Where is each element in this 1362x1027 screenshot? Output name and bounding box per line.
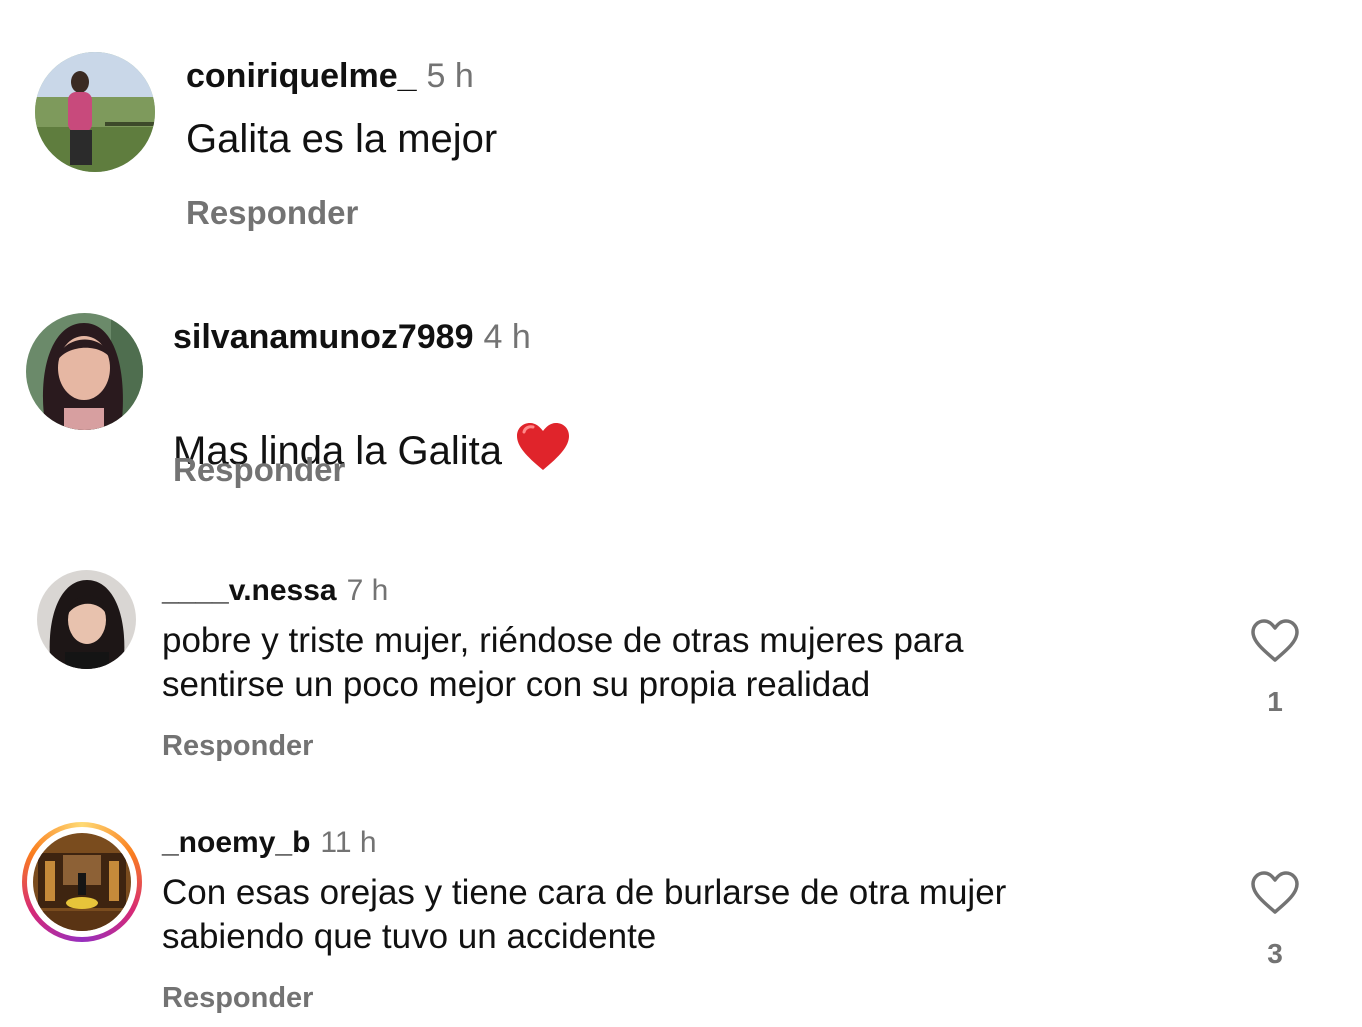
like-heart-icon[interactable] (1250, 870, 1300, 916)
comment-meta: ____v.nessa 7 h (162, 574, 388, 608)
avatar-photo (33, 833, 131, 931)
avatar-photo (37, 570, 136, 669)
comment-username[interactable]: _noemy_b (162, 826, 310, 859)
comment-time: 11 h (320, 826, 377, 859)
reply-button[interactable]: Responder (162, 982, 313, 1015)
comment-time: 4 h (483, 318, 531, 356)
comment-meta: silvanamunoz7989 4 h (173, 318, 531, 357)
comment-time: 5 h (426, 57, 474, 95)
comment-text: Galita es la mejor (186, 117, 498, 161)
comment-time: 7 h (346, 574, 389, 607)
avatar[interactable] (26, 313, 143, 430)
like-control: 1 (1248, 618, 1302, 718)
avatar[interactable] (37, 570, 136, 669)
story-ring[interactable] (22, 822, 142, 942)
reply-button[interactable]: Responder (173, 451, 345, 489)
avatar-photo (26, 313, 143, 430)
reply-button[interactable]: Responder (186, 194, 358, 232)
like-count: 1 (1267, 686, 1283, 717)
comment-meta: coniriquelme_ 5 h (186, 57, 474, 96)
like-count: 3 (1267, 938, 1283, 969)
comment-text: Con esas orejas y tiene cara de burlarse… (162, 873, 1007, 956)
reply-button[interactable]: Responder (162, 730, 313, 763)
comment-text: pobre y triste mujer, riéndose de otras … (162, 621, 964, 704)
like-control: 3 (1248, 870, 1302, 970)
comment-meta: _noemy_b 11 h (162, 826, 377, 860)
avatar[interactable] (35, 52, 155, 172)
comment-username[interactable]: coniriquelme_ (186, 57, 417, 95)
avatar-photo (35, 52, 155, 172)
avatar[interactable] (33, 833, 131, 931)
red-heart-icon (516, 422, 570, 485)
comment-username[interactable]: ____v.nessa (162, 574, 337, 607)
like-heart-icon[interactable] (1250, 618, 1300, 664)
comment-username[interactable]: silvanamunoz7989 (173, 318, 473, 356)
